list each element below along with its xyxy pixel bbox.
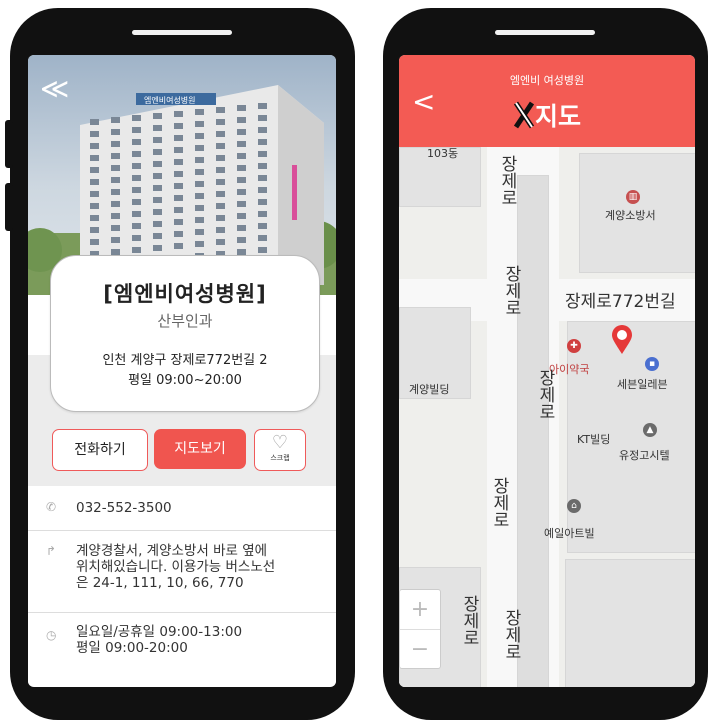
address: 인천 계양구 장제로772번길 2 [102,353,268,368]
hours-summary: 평일 09:00~20:00 [128,373,242,388]
pharmacy-icon: ✚ [567,339,581,353]
zoom-out-button[interactable]: − [400,629,440,669]
opening-hours: 일요일/공휴일 09:00-13:00 평일 09:00-20:00 [76,624,242,656]
store-icon: ▪ [645,357,659,371]
map-label-fire-station: 계양소방서 [605,209,656,222]
hours-line: 평일 09:00-20:00 [76,640,188,656]
directions-icon: ↱ [46,544,57,558]
map-label-kt-building: KT빌딩 [577,433,611,446]
phone-left: 엠엔비여성병원 ≪ [엠엔비여성병원] 산부인과 인천 계양구 장제로772번길… [5,8,355,720]
road-label: 장제로 [489,477,509,528]
department: 산부인과 [157,312,213,330]
phone-right: < 엠엔비 여성병원 지도 103동 ▥ 계양소방서 장제로772번길 ✚ 아이… [383,8,708,720]
heart-icon: ♡ [271,432,289,453]
directions-line: 은 24-1, 111, 10, 66, 770 [76,575,244,591]
map-screen: < 엠엔비 여성병원 지도 103동 ▥ 계양소방서 장제로772번길 ✚ 아이… [399,55,695,687]
speaker-icon [495,30,595,35]
hospital-sign: 엠엔비여성병원 [144,95,196,105]
map-subtitle: 엠엔비 여성병원 [509,74,585,87]
location-pin-icon[interactable] [611,325,633,359]
hours-row: ◷ 일요일/공휴일 09:00-13:00 평일 09:00-20:00 [28,612,336,680]
call-button[interactable]: 전화하기 [52,429,148,471]
phone-number: 032-552-3500 [76,500,172,516]
map-title: 지도 [399,97,695,133]
map-title-text: 지도 [534,102,581,131]
view-map-button[interactable]: 지도보기 [154,429,246,469]
zoom-in-button[interactable]: + [400,590,440,629]
fire-station-icon: ▥ [626,190,640,204]
road-label: 장제로 [497,155,517,206]
clock-icon: ◷ [46,628,57,642]
scrap-label: 스크랩 [270,454,290,462]
road-label: 장제로 [501,609,521,660]
map-view[interactable]: 103동 ▥ 계양소방서 장제로772번길 ✚ 아이약국 ▪ 세븐일레븐 계양빌… [399,147,695,687]
hospital-info-card: [엠엔비여성병원] 산부인과 인천 계양구 장제로772번길 2 평일 09:0… [50,255,320,412]
zoom-control: + − [399,589,441,669]
school-icon: ▲ [643,423,657,437]
road-label: 장제로 [459,595,479,646]
map-label-exam-school: 유정고시텔 [619,449,670,462]
map-label-seven-eleven: 세븐일레븐 [617,378,668,391]
action-buttons: 전화하기 지도보기 ♡ 스크랩 [28,429,336,474]
directions-row: ↱ 계양경찰서, 계양소방서 바로 옆에 위치해있습니다. 이용가능 버스노선 … [28,530,336,613]
house-icon: ⌂ [567,499,581,513]
road-label: 장제로 [501,265,521,316]
volume-button [5,183,13,231]
map-header: < 엠엔비 여성병원 지도 [399,55,695,147]
directions-line: 계양경찰서, 계양소방서 바로 옆에 [76,543,268,559]
directions-text: 계양경찰서, 계양소방서 바로 옆에 위치해있습니다. 이용가능 버스노선 은 … [76,543,275,591]
hospital-detail-screen: 엠엔비여성병원 ≪ [엠엔비여성병원] 산부인과 인천 계양구 장제로772번길… [28,55,336,687]
phone-icon: ✆ [46,500,57,514]
road-label: 장제로 [535,369,555,420]
map-label-street: 장제로772번길 [565,292,676,312]
hospital-name: [엠엔비여성병원] [103,282,267,306]
map-label-gyeyang-building: 계양빌딩 [409,383,450,396]
back-icon[interactable]: ≪ [40,75,69,103]
speaker-icon [132,30,232,35]
close-icon[interactable] [513,101,535,129]
volume-button [5,120,13,168]
map-label-art-villa: 예일아트빌 [544,527,595,540]
map-label-103: 103동 [427,147,459,160]
directions-line: 위치해있습니다. 이용가능 버스노선 [76,559,276,575]
scrap-button[interactable]: ♡ 스크랩 [254,429,306,471]
phone-row[interactable]: ✆ 032-552-3500 [28,486,336,531]
detail-list: ✆ 032-552-3500 ↱ 계양경찰서, 계양소방서 바로 옆에 위치해있… [28,486,336,686]
hours-line: 일요일/공휴일 09:00-13:00 [76,624,243,640]
